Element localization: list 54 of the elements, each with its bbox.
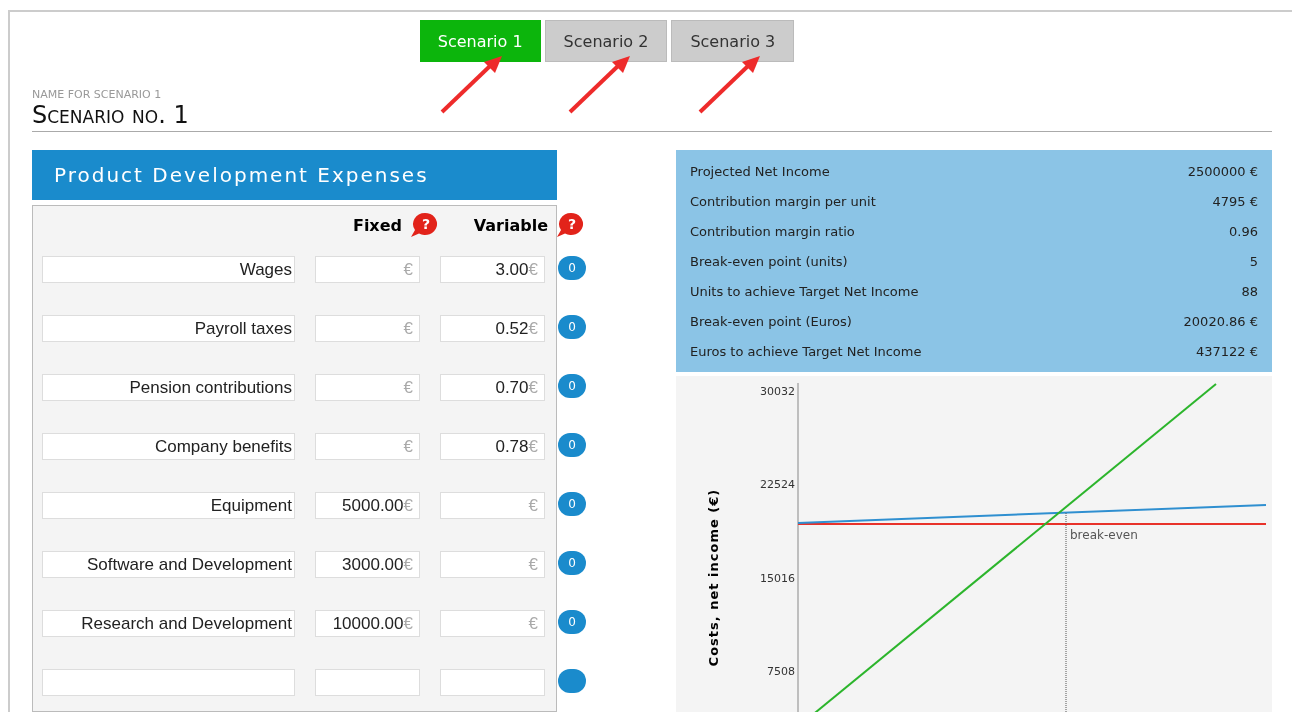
help-icon[interactable]: ?	[410, 212, 440, 238]
summary-value: 437122 €	[1195, 343, 1258, 359]
summary-value: 20020.86 €	[1183, 313, 1258, 329]
fixed-cost-field[interactable]: 3000.00€	[315, 551, 420, 578]
summary-label: Break-even point (units)	[690, 253, 848, 269]
expense-name-field[interactable]: Company benefits	[42, 433, 295, 460]
expense-name-field[interactable]	[42, 669, 295, 696]
column-header: Fixed	[352, 215, 402, 235]
expense-name-field[interactable]: Research and Development	[42, 610, 295, 637]
count-badge: 0	[558, 551, 586, 575]
summary-label: Contribution margin ratio	[690, 223, 855, 239]
summary-label: Contribution margin per unit	[690, 193, 876, 209]
variable-cost-field[interactable]	[440, 669, 545, 696]
summary-value: 0.96	[1229, 223, 1258, 239]
summary-value: 4795 €	[1212, 193, 1258, 209]
fixed-cost-field[interactable]: 10000.00€	[315, 610, 420, 637]
fixed-cost-field[interactable]: 5000.00€	[315, 492, 420, 519]
tick-label: 30032	[760, 385, 795, 398]
axis-title: Costs, net income (€)	[706, 488, 721, 667]
scenario-name-input[interactable]: Scenario no. 1	[32, 101, 432, 129]
variable-cost-field[interactable]: 0.52€	[440, 315, 545, 342]
summary-label: Break-even point (Euros)	[690, 313, 852, 329]
count-badge: 0	[558, 256, 586, 280]
help-icon[interactable]: ?	[556, 212, 586, 238]
count-badge: 0	[558, 433, 586, 457]
variable-cost-field[interactable]: 0.78€	[440, 433, 545, 460]
column-header: Variable	[473, 215, 548, 235]
summary-value: 2500000 €	[1187, 163, 1258, 179]
expense-name-field[interactable]: Payroll taxes	[42, 315, 295, 342]
count-badge: 0	[558, 492, 586, 516]
expense-name-field[interactable]: Equipment	[42, 492, 295, 519]
expense-name-field[interactable]: Pension contributions	[42, 374, 295, 401]
annotation-label: break-even	[1070, 528, 1138, 542]
variable-cost-field[interactable]: 3.00€	[440, 256, 545, 283]
variable-cost-field[interactable]: 0.70€	[440, 374, 545, 401]
scenario-tab[interactable]: Scenario 2	[544, 20, 668, 62]
summary-value: 88	[1241, 283, 1258, 299]
fixed-cost-field[interactable]	[315, 669, 420, 696]
summary-label: Units to achieve Target Net Income	[690, 283, 919, 299]
tick-label: 22524	[760, 478, 795, 492]
count-badge: 0	[558, 315, 586, 339]
count-badge: 0	[558, 374, 586, 398]
tick-label: 7508	[767, 664, 795, 678]
summary-label: Projected Net Income	[690, 163, 830, 179]
expense-name-field[interactable]: Wages	[42, 256, 295, 283]
summary-label: Euros to achieve Target Net Income	[690, 343, 922, 359]
section-header: Product Development Expenses	[32, 150, 557, 200]
expense-name-field[interactable]: Software and Development	[42, 551, 295, 578]
scenario-tab[interactable]: Scenario 3	[671, 20, 795, 62]
field-label: NAME FOR SCENARIO 1	[32, 88, 163, 101]
count-badge	[558, 669, 586, 693]
summary-value: 5	[1249, 253, 1258, 269]
count-badge: 0	[558, 610, 586, 634]
tick-label: 15016	[760, 571, 795, 585]
